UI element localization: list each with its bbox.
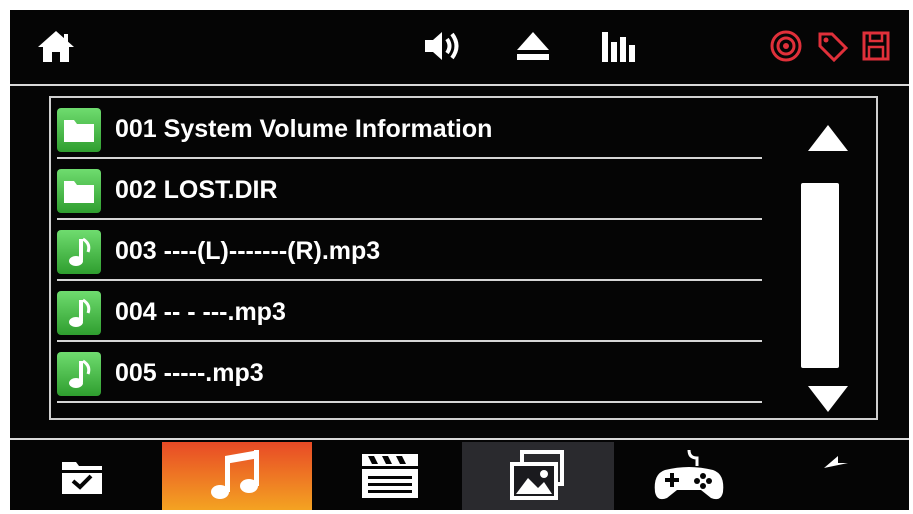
music-note-icon <box>57 230 101 274</box>
scroll-down-button[interactable] <box>806 382 850 418</box>
bottom-nav <box>10 440 909 510</box>
eject-icon[interactable] <box>513 28 553 64</box>
list-item[interactable]: 001 System Volume Information <box>57 101 762 159</box>
scrollbar-thumb[interactable] <box>801 183 839 368</box>
files-tab[interactable] <box>40 442 124 510</box>
media-player-screen: 001 System Volume Information 002 LOST.D… <box>10 10 909 510</box>
list-item-label: 005 -----.mp3 <box>115 359 264 387</box>
list-item[interactable]: 004 -- - ---.mp3 <box>57 284 762 342</box>
folder-icon <box>57 169 101 213</box>
row-divider <box>57 279 762 281</box>
list-item[interactable]: 002 LOST.DIR <box>57 162 762 220</box>
folder-check-icon <box>62 462 102 494</box>
list-item-label: 001 System Volume Information <box>115 115 493 143</box>
music-note-icon <box>57 352 101 396</box>
row-divider <box>57 340 762 342</box>
list-item-label: 002 LOST.DIR <box>115 176 278 204</box>
music-note-icon <box>57 291 101 335</box>
target-icon[interactable] <box>768 28 804 64</box>
row-divider <box>57 218 762 220</box>
music-icon <box>211 450 259 499</box>
volume-icon[interactable] <box>422 28 466 64</box>
list-item[interactable]: 003 ----(L)-------(R).mp3 <box>57 223 762 281</box>
row-divider <box>57 157 762 159</box>
music-tab[interactable] <box>162 442 312 510</box>
list-item[interactable]: 005 -----.mp3 <box>57 345 762 403</box>
list-item-label: 004 -- - ---.mp3 <box>115 298 286 326</box>
photos-tab[interactable] <box>462 442 614 510</box>
scroll-up-button[interactable] <box>806 123 850 159</box>
home-icon[interactable] <box>36 28 76 64</box>
equalizer-icon[interactable] <box>600 28 640 64</box>
header-divider <box>10 84 909 86</box>
games-tab[interactable] <box>644 442 734 510</box>
back-arrow-icon <box>824 456 848 468</box>
clapperboard-icon <box>362 454 418 498</box>
photos-icon <box>510 450 564 500</box>
save-icon[interactable] <box>860 28 892 64</box>
back-button[interactable] <box>806 442 882 510</box>
file-list: 001 System Volume Information 002 LOST.D… <box>49 96 878 420</box>
folder-icon <box>57 108 101 152</box>
tag-icon[interactable] <box>814 28 850 64</box>
list-item-label: 003 ----(L)-------(R).mp3 <box>115 237 381 265</box>
row-divider <box>57 401 762 403</box>
top-toolbar <box>10 10 909 84</box>
gamepad-icon <box>654 449 724 500</box>
video-tab[interactable] <box>344 442 436 510</box>
